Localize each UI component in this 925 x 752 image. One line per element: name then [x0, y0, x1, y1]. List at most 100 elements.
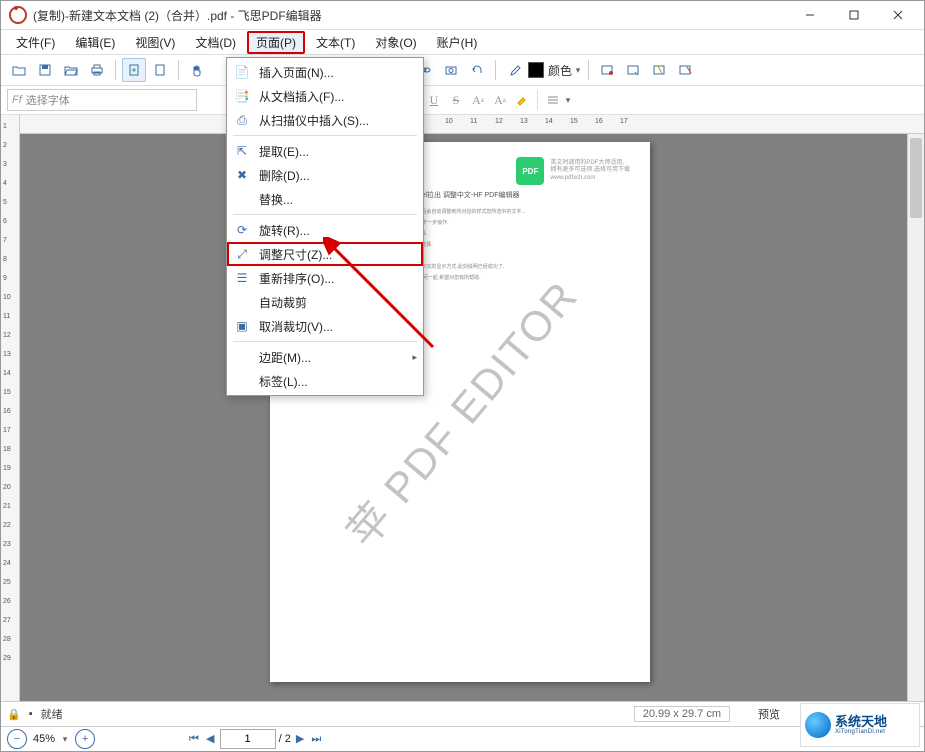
open-folder-icon[interactable]: [59, 58, 83, 82]
menu-text[interactable]: 文本(T): [307, 31, 364, 54]
menu-delete[interactable]: ✖删除(D)...: [227, 163, 423, 187]
menu-insert-page[interactable]: 📄 插入页面(N)...: [227, 60, 423, 84]
window-title: (复制)-新建文本文档 (2)（合并）.pdf - 飞思PDF编辑器: [33, 7, 788, 24]
menu-edit[interactable]: 编辑(E): [66, 31, 124, 54]
page-dimensions: 20.99 x 29.7 cm: [634, 706, 730, 722]
save-icon[interactable]: [33, 58, 57, 82]
prev-page-button[interactable]: ◀: [204, 733, 216, 745]
menu-rotate[interactable]: ⟳ 旋转(R)...: [227, 218, 423, 242]
app-icon: [9, 6, 27, 24]
close-button[interactable]: [876, 1, 920, 29]
scanner-icon: ⎙: [233, 111, 251, 129]
vertical-scrollbar[interactable]: [907, 134, 924, 701]
menu-bar: 文件(F) 编辑(E) 视图(V) 文档(D) 页面(P) 文本(T) 对象(O…: [1, 30, 924, 55]
page-total: / 2: [279, 733, 291, 745]
page-add-icon[interactable]: [122, 58, 146, 82]
font-selector[interactable]: F‍f 选择字体: [7, 89, 197, 111]
color-dropdown-icon[interactable]: ▾: [574, 65, 582, 76]
horizontal-ruler: 34567891011121314151617: [20, 115, 924, 134]
eyedropper-icon[interactable]: [502, 58, 526, 82]
menu-label: 旋转(R)...: [259, 222, 310, 239]
menu-label: 调整尺寸(Z)...: [259, 246, 332, 263]
dropdown-icon[interactable]: ▾: [564, 95, 572, 106]
menu-page[interactable]: 页面(P): [247, 31, 305, 54]
page-blank-icon[interactable]: [148, 58, 172, 82]
hand-icon[interactable]: [185, 58, 209, 82]
app-window: (复制)-新建文本文档 (2)（合并）.pdf - 飞思PDF编辑器 文件(F)…: [0, 0, 925, 752]
stamp1-icon[interactable]: [595, 58, 619, 82]
replace-icon: [233, 190, 251, 208]
zoom-dropdown-icon[interactable]: ▾: [61, 734, 69, 745]
highlight-icon[interactable]: [511, 89, 533, 111]
zoom-in-button[interactable]: +: [75, 729, 95, 749]
menu-extract[interactable]: ⇱提取(E)...: [227, 139, 423, 163]
next-page-button[interactable]: ▶: [294, 733, 306, 745]
menu-object[interactable]: 对象(O): [366, 31, 425, 54]
menu-label[interactable]: 标签(L)...: [227, 369, 423, 393]
menu-separator: [233, 214, 417, 215]
stamp3-icon[interactable]: [647, 58, 671, 82]
brand-cn: 系统天地: [835, 715, 887, 729]
menu-label: 替换...: [259, 191, 293, 208]
vertical-ruler: 1234567891011121314151617181920212223242…: [1, 115, 20, 701]
scrollbar-thumb[interactable]: [910, 138, 922, 218]
font-icon: F‍f: [12, 94, 22, 106]
underline-icon[interactable]: U: [423, 89, 445, 111]
document-canvas[interactable]: PDF 英文时调用的PDF大师适用, 拥有更多可选项,选择可用下载 www.pd…: [20, 134, 924, 701]
stamp2-icon[interactable]: [621, 58, 645, 82]
rotate-icon: ⟳: [233, 221, 251, 239]
menu-insert-from-scanner[interactable]: ⎙ 从扫描仪中插入(S)...: [227, 108, 423, 132]
insert-page-icon: 📄: [233, 63, 251, 81]
submenu-arrow-icon: ▸: [412, 352, 417, 363]
menu-replace[interactable]: 替换...: [227, 187, 423, 211]
toolbar-separator: [115, 60, 116, 80]
reorder-icon: ☰: [233, 269, 251, 287]
menu-resize[interactable]: ⤢ 调整尺寸(Z)...: [227, 242, 423, 266]
toolbar-separator: [178, 60, 179, 80]
resize-icon: ⤢: [233, 245, 251, 263]
color-swatch[interactable]: [528, 62, 544, 78]
print-icon[interactable]: [85, 58, 109, 82]
page-input[interactable]: [220, 729, 276, 749]
delete-icon: ✖: [233, 166, 251, 184]
menu-label: 边距(M)...: [259, 349, 311, 366]
superscript-icon[interactable]: Aa: [467, 89, 489, 111]
camera-icon[interactable]: [439, 58, 463, 82]
zoom-bar: − 45% ▾ + ⏮ ◀ / 2 ▶ ⏭: [1, 726, 924, 751]
brand-logo: 系统天地 XiTongTianDi.net: [800, 703, 920, 747]
autocrop-icon: [233, 293, 251, 311]
menu-file[interactable]: 文件(F): [7, 31, 64, 54]
main-toolbar: 颜色 ▾: [1, 55, 924, 86]
preview-button[interactable]: 预览: [738, 705, 800, 723]
menu-label: 插入页面(N)...: [259, 64, 334, 81]
menu-view[interactable]: 视图(V): [126, 31, 184, 54]
subscript-icon[interactable]: Aa: [489, 89, 511, 111]
toolbar-separator: [588, 60, 589, 80]
maximize-button[interactable]: [832, 1, 876, 29]
open-icon[interactable]: [7, 58, 31, 82]
strikethrough-icon[interactable]: S: [445, 89, 467, 111]
menu-account[interactable]: 账户(H): [428, 31, 487, 54]
menu-document[interactable]: 文档(D): [186, 31, 245, 54]
page-navigation: ⏮ ◀ / 2 ▶ ⏭: [187, 729, 323, 749]
zoom-out-button[interactable]: −: [7, 729, 27, 749]
minimize-button[interactable]: [788, 1, 832, 29]
menu-insert-from-doc[interactable]: 📑从文档插入(F)...: [227, 84, 423, 108]
work-area: 1234567891011121314151617181920212223242…: [1, 115, 924, 701]
undo-icon[interactable]: [465, 58, 489, 82]
first-page-button[interactable]: ⏮: [187, 733, 201, 745]
label-icon: [233, 372, 251, 390]
last-page-button[interactable]: ⏭: [309, 733, 323, 745]
menu-auto-crop[interactable]: 自动裁剪: [227, 290, 423, 314]
menu-reorder[interactable]: ☰重新排序(O)...: [227, 266, 423, 290]
menu-cancel-crop[interactable]: ▣取消裁切(V)...: [227, 314, 423, 338]
color-label: 颜色: [548, 62, 572, 79]
stamp4-icon[interactable]: [673, 58, 697, 82]
zoom-value: 45%: [33, 733, 55, 745]
menu-label: 从扫描仪中插入(S)...: [259, 112, 369, 129]
status-text: 就绪: [41, 706, 63, 722]
cancel-crop-icon: ▣: [233, 317, 251, 335]
page-menu-dropdown: 📄插入页面(N)... 📑从文档插入(F)... ⎙从扫描仪中插入(S)... …: [226, 57, 424, 396]
menu-margin[interactable]: 边距(M)... ▸: [227, 345, 423, 369]
line-spacing-icon[interactable]: [542, 89, 564, 111]
